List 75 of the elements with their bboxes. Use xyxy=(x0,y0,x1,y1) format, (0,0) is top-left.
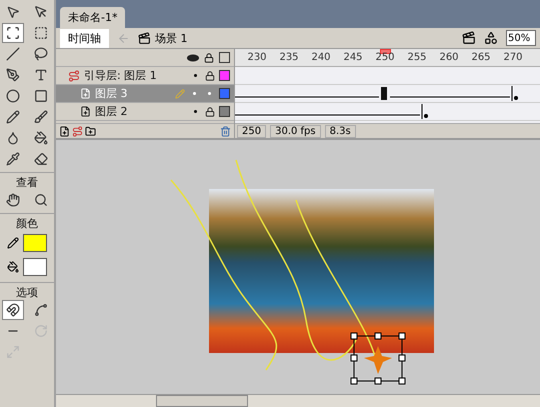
frame-number: 245 xyxy=(342,51,364,65)
search-icon xyxy=(34,193,48,207)
section-label: 颜色 xyxy=(0,213,54,231)
shapes-icon[interactable] xyxy=(484,31,498,45)
frame-rate: 30.0 fps xyxy=(270,124,321,138)
stroke-color-swatch[interactable] xyxy=(23,234,47,252)
drop-icon xyxy=(6,131,20,145)
layer-name: 引导层: 图层 1 xyxy=(84,68,158,83)
tool-button[interactable] xyxy=(2,300,24,320)
square-icon xyxy=(34,89,48,103)
pencil-icon xyxy=(6,110,20,124)
add-layer-icon[interactable] xyxy=(59,126,70,136)
timeline-button[interactable]: 时间轴 xyxy=(60,28,109,48)
layer-icon xyxy=(80,88,91,99)
folder-icon[interactable] xyxy=(85,126,96,136)
brush-icon xyxy=(34,110,48,124)
frame-number: 270 xyxy=(502,51,524,65)
layer-row[interactable]: 图层 2 xyxy=(56,103,234,121)
paint-bucket-icon xyxy=(34,131,48,145)
guide-layer-icon xyxy=(68,70,80,82)
magnet-icon xyxy=(6,303,20,317)
eye-icon[interactable] xyxy=(187,54,199,62)
circle-icon xyxy=(6,89,20,103)
layer-name: 图层 2 xyxy=(95,104,128,119)
selection-handles-drawing xyxy=(350,332,406,384)
trash-icon[interactable] xyxy=(220,126,231,136)
lock-icon[interactable] xyxy=(205,106,215,116)
curve-icon xyxy=(34,303,48,317)
lock-icon[interactable] xyxy=(205,70,215,80)
layer-color-swatch[interactable] xyxy=(219,70,230,81)
eraser-icon xyxy=(34,152,48,166)
pencil-icon xyxy=(7,237,19,249)
visible-dot-icon xyxy=(193,92,196,95)
eyedropper-icon xyxy=(6,152,20,166)
rotate-icon xyxy=(34,324,48,338)
transform-icon xyxy=(6,26,20,40)
frame-number: 235 xyxy=(278,51,300,65)
line-icon xyxy=(6,47,20,61)
layer-color-swatch[interactable] xyxy=(219,106,230,117)
unlocked-dot-icon[interactable] xyxy=(208,92,211,95)
outline-icon[interactable] xyxy=(219,52,230,63)
hand-icon xyxy=(6,193,20,207)
visible-dot-icon xyxy=(194,74,197,77)
fill-color-swatch[interactable] xyxy=(23,258,47,276)
clapperboard-icon xyxy=(138,32,151,44)
frame-number: 265 xyxy=(470,51,492,65)
paint-bucket-icon xyxy=(7,261,19,273)
section-label: 查看 xyxy=(0,172,54,190)
current-frame: 250 xyxy=(237,124,266,138)
tool-button[interactable] xyxy=(2,23,24,43)
layer-name: 图层 3 xyxy=(95,86,128,101)
scene-label: 场景 1 xyxy=(155,30,188,46)
pointer-icon xyxy=(6,5,20,19)
layer-row[interactable]: 引导层: 图层 1 xyxy=(56,67,234,85)
scale-icon xyxy=(6,345,20,359)
visible-dot-icon xyxy=(194,110,197,113)
text-icon xyxy=(34,68,48,82)
transform-icon xyxy=(34,26,48,40)
pointer-icon xyxy=(34,5,48,19)
clapperboard-icon[interactable] xyxy=(462,31,476,45)
layer-color-swatch[interactable] xyxy=(219,88,230,99)
frame-number: 250 xyxy=(369,49,401,66)
frame-number: 255 xyxy=(406,51,428,65)
zoom-field[interactable]: 50% xyxy=(506,30,536,46)
frame-number: 260 xyxy=(438,51,460,65)
frame-number: 230 xyxy=(246,51,268,65)
lasso-icon xyxy=(34,47,48,61)
pen-icon xyxy=(6,68,20,82)
document-tab[interactable]: 未命名-1* xyxy=(60,7,126,28)
pencil-icon xyxy=(175,88,185,98)
scrollbar-thumb[interactable] xyxy=(156,395,248,407)
elapsed-time: 8.3s xyxy=(324,124,356,138)
frame-number: 240 xyxy=(310,51,332,65)
layer-icon xyxy=(80,106,91,117)
lock-icon[interactable] xyxy=(204,52,214,62)
